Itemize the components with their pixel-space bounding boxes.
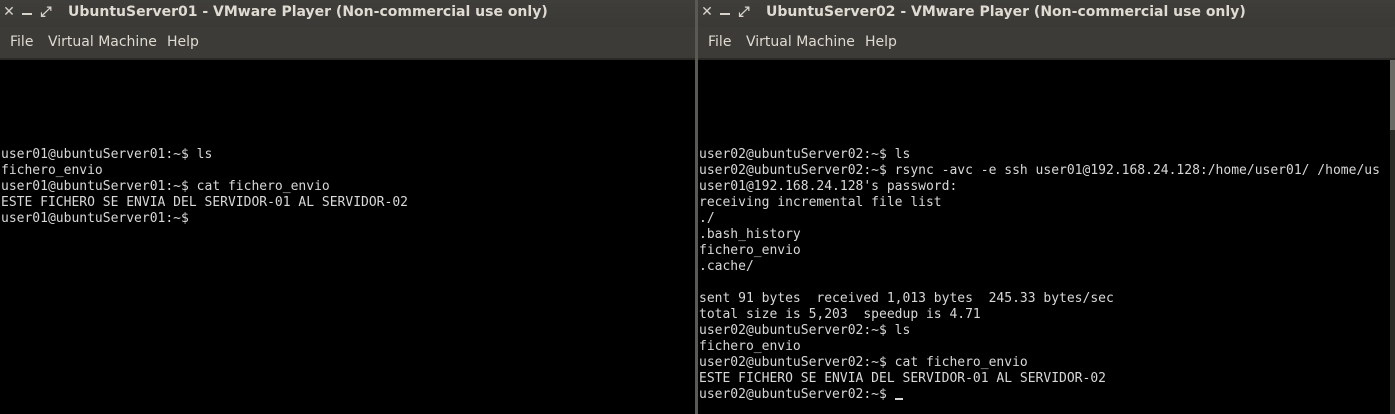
- menu-bar: File Virtual Machine Help: [0, 27, 695, 58]
- maximize-icon[interactable]: ⤢: [39, 5, 53, 19]
- minimize-icon[interactable]: [718, 5, 732, 19]
- close-icon[interactable]: ✕: [700, 5, 714, 19]
- title-bar[interactable]: ✕ ⤢ UbuntuServer02 - VMware Player (Non-…: [698, 0, 1395, 27]
- menu-bar: File Virtual Machine Help: [698, 27, 1395, 58]
- console-line: fichero_envio: [1, 163, 103, 178]
- menu-virtual-machine[interactable]: Virtual Machine: [48, 34, 157, 50]
- menu-help[interactable]: Help: [865, 34, 897, 50]
- minimize-icon[interactable]: [20, 5, 34, 19]
- console-line: fichero_envio: [699, 243, 801, 258]
- console-line: user02@ubuntuServer02:~$ rsync -avc -e s…: [699, 163, 1380, 178]
- console-line: total size is 5,203 speedup is 4.71: [699, 307, 981, 322]
- window-title: UbuntuServer02 - VMware Player (Non-comm…: [766, 4, 1246, 20]
- console-line: ESTE FICHERO SE ENVIA DEL SERVIDOR-01 AL…: [699, 371, 1106, 386]
- console-line: receiving incremental file list: [699, 195, 942, 210]
- menu-file[interactable]: File: [10, 34, 33, 50]
- vm-console[interactable]: user02@ubuntuServer02:~$ ls user02@ubunt…: [698, 60, 1390, 414]
- vm-console[interactable]: user01@ubuntuServer01:~$ ls fichero_envi…: [0, 60, 695, 414]
- menu-virtual-machine[interactable]: Virtual Machine: [746, 34, 855, 50]
- console-line: ./: [699, 211, 715, 226]
- console-line: user02@ubuntuServer02:~$ cat fichero_env…: [699, 355, 1028, 370]
- console-line: fichero_envio: [699, 339, 801, 354]
- menu-file[interactable]: File: [708, 34, 731, 50]
- vmware-window-server02: ✕ ⤢ UbuntuServer02 - VMware Player (Non-…: [698, 0, 1395, 414]
- console-line: user01@ubuntuServer01:~$: [1, 211, 189, 226]
- window-title: UbuntuServer01 - VMware Player (Non-comm…: [68, 4, 548, 20]
- console-prompt: user02@ubuntuServer02:~$: [699, 387, 895, 402]
- console-line: .bash_history: [699, 227, 801, 242]
- console-line: .cache/: [699, 259, 754, 274]
- scrollbar[interactable]: [1390, 60, 1395, 414]
- console-line: ESTE FICHERO SE ENVIA DEL SERVIDOR-01 AL…: [1, 195, 408, 210]
- console-line: sent 91 bytes received 1,013 bytes 245.3…: [699, 291, 1114, 306]
- vmware-window-server01: ✕ ⤢ UbuntuServer01 - VMware Player (Non-…: [0, 0, 695, 414]
- console-prompt-line: user02@ubuntuServer02:~$: [699, 387, 903, 403]
- console-line: user01@ubuntuServer01:~$ cat fichero_env…: [1, 179, 330, 194]
- console-line: user02@ubuntuServer02:~$ ls: [699, 147, 911, 162]
- close-icon[interactable]: ✕: [2, 5, 16, 19]
- title-bar[interactable]: ✕ ⤢ UbuntuServer01 - VMware Player (Non-…: [0, 0, 695, 27]
- scrollbar-thumb[interactable]: [1390, 60, 1395, 130]
- console-line: user01@ubuntuServer01:~$ ls: [1, 147, 213, 162]
- maximize-icon[interactable]: ⤢: [737, 5, 751, 19]
- console-line: user01@192.168.24.128's password:: [699, 179, 958, 194]
- menu-help[interactable]: Help: [167, 34, 199, 50]
- console-line: user02@ubuntuServer02:~$ ls: [699, 323, 911, 338]
- text-cursor: [894, 398, 903, 400]
